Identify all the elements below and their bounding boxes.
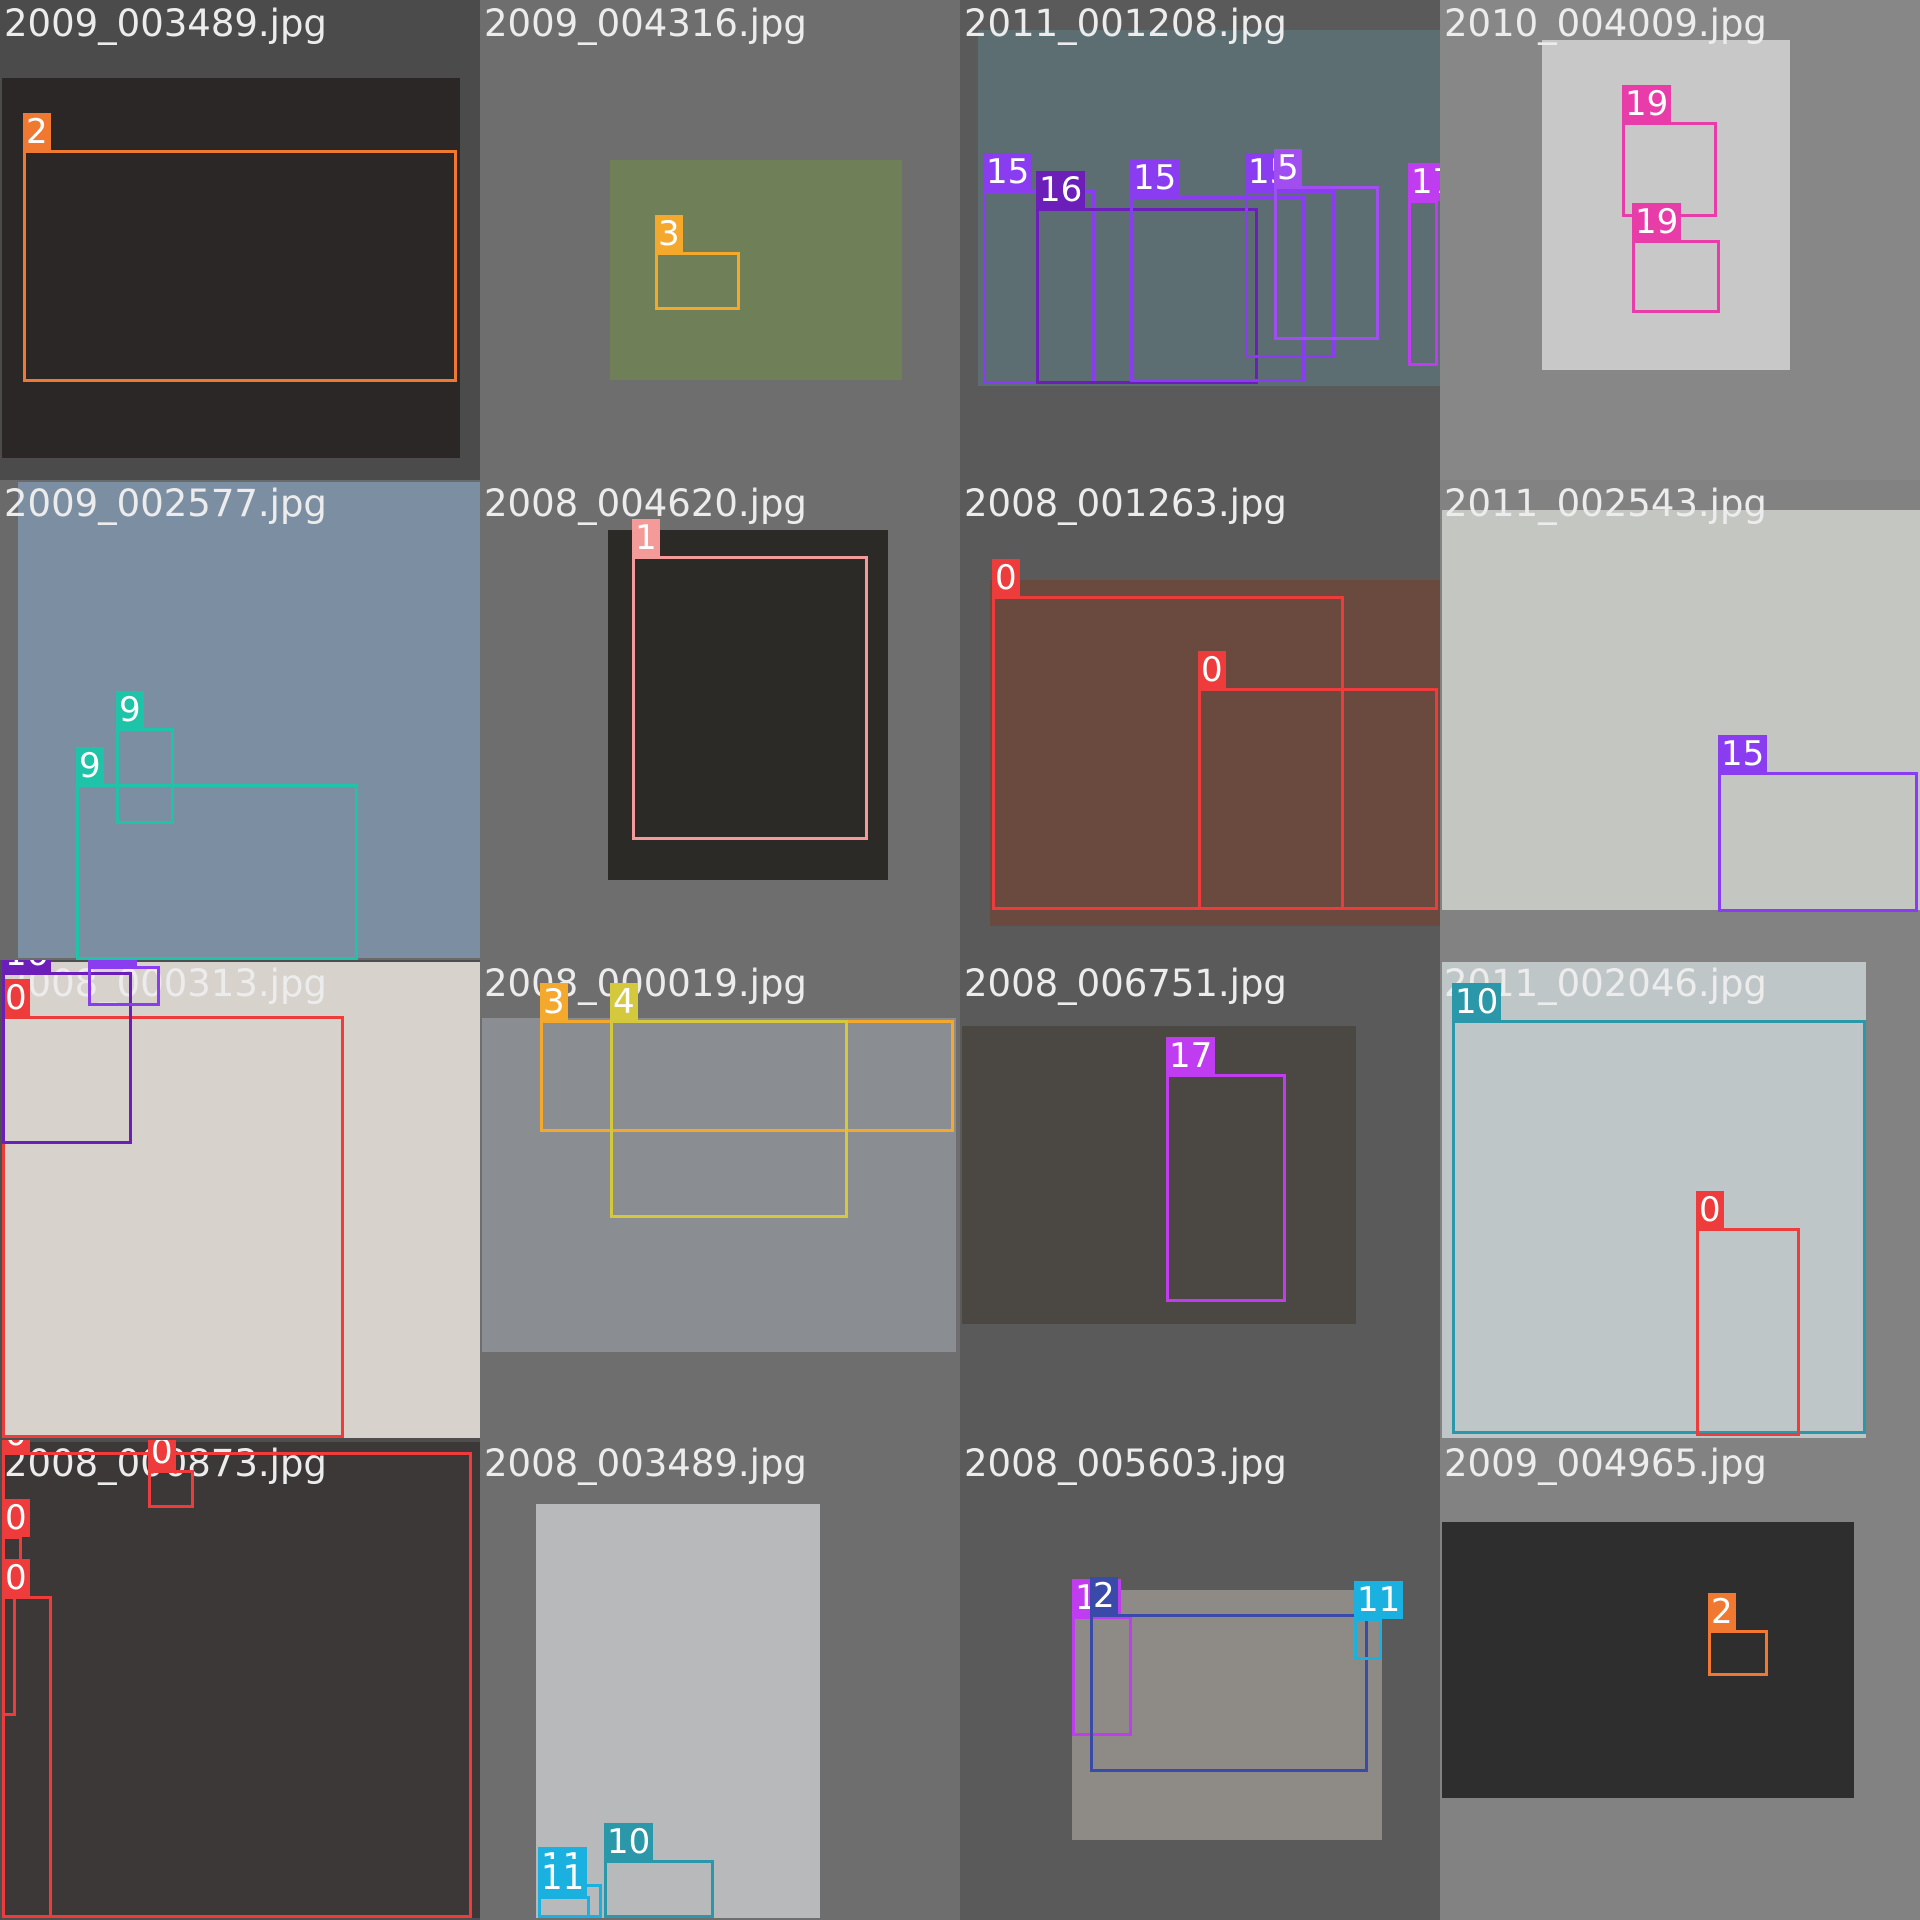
grid-tile: 2008_006751.jpg 17 (960, 960, 1440, 1440)
grid-tile: 2010_004009.jpg 19 19 (1440, 0, 1920, 480)
bounding-box: 11 (538, 1859, 590, 1918)
filename-label: 2008_006751.jpg (964, 962, 1287, 1005)
class-id-label: 3 (540, 983, 568, 1021)
class-id-label: 11 (1354, 1581, 1404, 1619)
class-id-label: 17 (1166, 1037, 1216, 1075)
filename-label: 2009_003489.jpg (4, 2, 327, 45)
class-id-label: 11 (538, 1859, 588, 1897)
grid-tile: 2008_000019.jpg 3 4 (480, 960, 960, 1440)
bounding-box: 4 (610, 983, 848, 1218)
class-id-label: 0 (2, 1499, 30, 1537)
grid-tile: 2009_002577.jpg 9 9 (0, 480, 480, 960)
class-id-label: 0 (1198, 651, 1226, 689)
bounding-box: 10 (604, 1823, 714, 1918)
class-id-label: 19 (1622, 85, 1672, 123)
bounding-box: 15 (1718, 735, 1918, 912)
filename-label: 2008_001263.jpg (964, 482, 1287, 525)
class-id-label: 4 (610, 983, 638, 1021)
grid-tile: 2011_002543.jpg 15 (1440, 480, 1920, 960)
grid-tile: 2008_001263.jpg 0 0 (960, 480, 1440, 960)
class-id-label: 19 (1632, 203, 1682, 241)
class-id-label: 16 (1036, 171, 1086, 209)
class-id-label: 10 (604, 1823, 654, 1861)
class-id-label: 15 (983, 153, 1033, 191)
filename-label: 2009_004965.jpg (1444, 1442, 1767, 1485)
image-grid: 2009_003489.jpg 2 2009_004316.jpg 3 2011… (0, 0, 1920, 1920)
bounding-box: 0 (148, 1440, 194, 1508)
class-id-label: 0 (2, 1559, 30, 1597)
filename-label: 2008_003489.jpg (484, 1442, 807, 1485)
class-id-label: 0 (148, 1440, 176, 1471)
class-id-label: 0 (2, 1440, 30, 1453)
class-id-label: 15 (1718, 735, 1768, 773)
bounding-box: 17 (1166, 1037, 1286, 1302)
filename-label: 2008_000019.jpg (484, 962, 807, 1005)
class-id-label: 17 (1408, 163, 1440, 201)
bounding-box: 17 (1408, 163, 1440, 366)
bounding-box: 19 (1632, 203, 1720, 313)
bounding-box: 2 (23, 113, 457, 382)
grid-tile: 2009_003489.jpg 2 (0, 0, 480, 480)
bounding-box: 2 (1090, 1577, 1368, 1772)
bounding-box: 0 (2, 1559, 52, 1918)
class-id-label: 0 (992, 559, 1020, 597)
class-id-label: 2 (1090, 1577, 1118, 1615)
bounding-box: 5 (1274, 149, 1379, 340)
grid-tile: 2008_000313.jpg 0 16 15 (0, 960, 480, 1440)
class-id-label: 2 (1708, 1593, 1736, 1631)
class-id-label: 1 (632, 519, 660, 557)
bounding-box: 10 (1452, 983, 1866, 1434)
bounding-box: 3 (655, 215, 740, 310)
class-id-label: 5 (1274, 149, 1302, 187)
bounding-box: 0 (1696, 1191, 1800, 1436)
bounding-box: 0 (1198, 651, 1438, 910)
grid-tile: 2008_003489.jpg 10 11 11 (480, 1440, 960, 1920)
class-id-label: 15 (1130, 159, 1180, 197)
photo (1442, 1522, 1854, 1798)
bounding-box: 0 (2, 1440, 472, 1918)
bounding-box: 11 (1354, 1581, 1404, 1660)
class-id-label: 2 (23, 113, 51, 151)
class-id-label: 9 (76, 747, 104, 785)
grid-tile: 2011_001208.jpg 15 16 15 15 5 17 (960, 0, 1440, 480)
class-id-label: 15 (88, 960, 138, 967)
class-id-label: 0 (1696, 1191, 1724, 1229)
photo (610, 160, 902, 380)
filename-label: 2009_004316.jpg (484, 2, 807, 45)
grid-tile: 2008_005603.jpg 17 2 11 (960, 1440, 1440, 1920)
grid-tile: 2009_004965.jpg 2 (1440, 1440, 1920, 1920)
grid-tile: 2008_000873.jpg 0 0 0 0 0 (0, 1440, 480, 1920)
grid-tile: 2009_004316.jpg 3 (480, 0, 960, 480)
bounding-box: 15 (88, 960, 160, 1006)
class-id-label: 16 (2, 960, 52, 973)
filename-label: 2008_005603.jpg (964, 1442, 1287, 1485)
bounding-box: 1 (632, 519, 868, 840)
bounding-box: 2 (1708, 1593, 1768, 1676)
photo (962, 1026, 1356, 1324)
bounding-box: 9 (76, 747, 358, 960)
class-id-label: 9 (116, 691, 144, 729)
class-id-label: 3 (655, 215, 683, 253)
grid-tile: 2008_004620.jpg 1 (480, 480, 960, 960)
grid-tile: 2011_002046.jpg 10 0 (1440, 960, 1920, 1440)
class-id-label: 10 (1452, 983, 1502, 1021)
